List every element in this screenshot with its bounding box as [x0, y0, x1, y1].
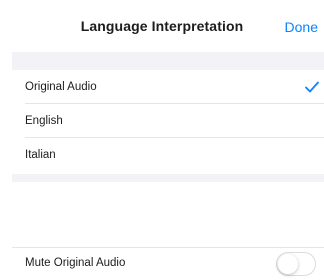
checkmark-icon	[305, 81, 319, 93]
language-option-original-audio[interactable]: Original Audio	[12, 70, 324, 104]
section-spacer-bottom	[12, 174, 324, 182]
language-option-label: English	[25, 115, 63, 127]
language-option-label: Original Audio	[25, 81, 97, 93]
mute-original-audio-toggle[interactable]	[276, 252, 316, 276]
page-title: Language Interpretation	[80, 18, 244, 34]
language-option-english[interactable]: English	[12, 104, 324, 138]
done-button[interactable]: Done	[285, 19, 318, 35]
navigation-bar: Language Interpretation Done	[0, 0, 324, 52]
toggle-knob	[278, 254, 298, 274]
mute-original-audio-label: Mute Original Audio	[25, 257, 126, 269]
section-spacer-top	[12, 52, 324, 70]
mute-original-audio-row: Mute Original Audio	[12, 248, 324, 280]
language-interpretation-screen: Language Interpretation Done Original Au…	[0, 0, 324, 280]
language-option-label: Italian	[25, 149, 56, 161]
language-option-italian[interactable]: Italian	[12, 138, 324, 172]
language-list: Original Audio English Italian	[12, 70, 324, 172]
